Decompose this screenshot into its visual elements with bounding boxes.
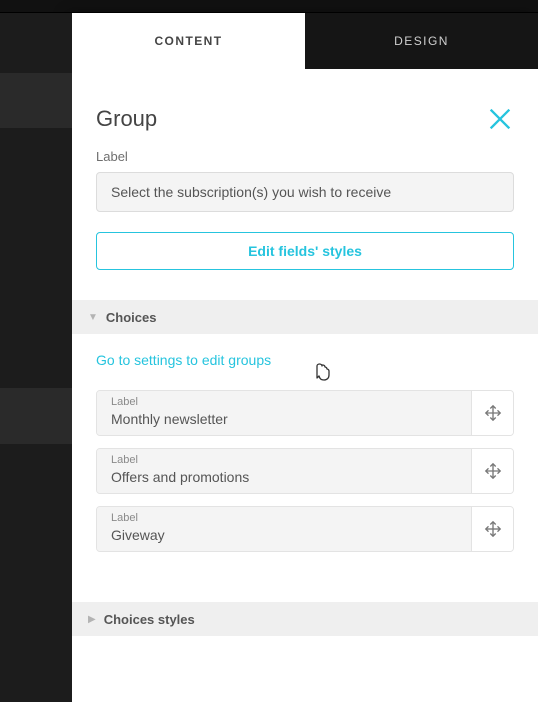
edit-fields-styles-button[interactable]: Edit fields' styles — [96, 232, 514, 270]
tab-design[interactable]: DESIGN — [305, 13, 538, 69]
choice-label-value: Giveway — [111, 524, 457, 546]
panel-title: Group — [96, 106, 157, 132]
choice-label-value: Monthly newsletter — [111, 408, 457, 430]
app-topbar — [0, 0, 538, 13]
move-icon — [484, 462, 502, 480]
drag-handle[interactable] — [471, 507, 513, 551]
choice-label-caption: Label — [111, 455, 457, 466]
choice-label-value: Offers and promotions — [111, 466, 457, 488]
choice-label-caption: Label — [111, 397, 457, 408]
choice-input[interactable]: Label Offers and promotions — [97, 449, 471, 493]
chevron-down-icon: ▼ — [88, 312, 98, 323]
go-to-settings-link[interactable]: Go to settings to edit groups — [96, 352, 271, 368]
section-choices[interactable]: ▼ Choices — [72, 300, 538, 334]
choice-input[interactable]: Label Monthly newsletter — [97, 391, 471, 435]
close-icon[interactable] — [486, 105, 514, 133]
choice-row: Label Monthly newsletter — [96, 390, 514, 436]
preview-gutter — [0, 13, 72, 702]
drag-handle[interactable] — [471, 391, 513, 435]
chevron-right-icon: ▶ — [88, 614, 96, 625]
section-choices-styles-label: Choices styles — [104, 612, 195, 627]
choice-label-caption: Label — [111, 513, 457, 524]
move-icon — [484, 404, 502, 422]
tab-content[interactable]: CONTENT — [72, 13, 305, 69]
label-input[interactable] — [96, 172, 514, 212]
choice-row: Label Offers and promotions — [96, 448, 514, 494]
panel-tabs: CONTENT DESIGN — [72, 13, 538, 69]
section-choices-label: Choices — [106, 310, 157, 325]
choice-list: Label Monthly newsletter Label — [72, 390, 538, 552]
label-caption: Label — [96, 149, 514, 164]
move-icon — [484, 520, 502, 538]
choice-row: Label Giveway — [96, 506, 514, 552]
section-choices-styles[interactable]: ▶ Choices styles — [72, 602, 538, 636]
choice-input[interactable]: Label Giveway — [97, 507, 471, 551]
pointer-cursor-icon — [310, 362, 334, 388]
editor-panel: CONTENT DESIGN Group Label Edit fields' … — [72, 13, 538, 702]
drag-handle[interactable] — [471, 449, 513, 493]
